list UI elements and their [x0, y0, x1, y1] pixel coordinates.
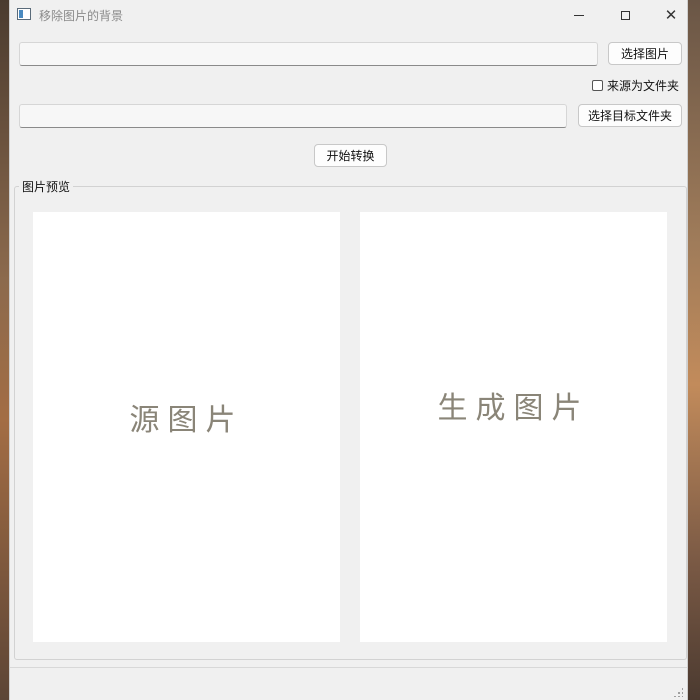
title-bar[interactable]: 移除图片的背景 ✕ [10, 0, 687, 30]
source-is-folder-checkbox[interactable]: 来源为文件夹 [592, 77, 679, 93]
checkbox-label: 来源为文件夹 [607, 78, 680, 93]
result-image-preview: 生成图片 [360, 212, 667, 642]
app-icon [17, 8, 31, 20]
target-folder-input[interactable] [19, 104, 567, 128]
choose-image-button[interactable]: 选择图片 [608, 42, 682, 65]
choose-target-folder-button[interactable]: 选择目标文件夹 [578, 104, 682, 127]
source-image-preview: 源图片 [33, 212, 340, 642]
resize-grip-icon[interactable] [673, 687, 683, 697]
source-path-input[interactable] [19, 42, 598, 66]
close-button[interactable]: ✕ [648, 0, 694, 30]
app-window: 移除图片的背景 ✕ 选择图片 来源为文件夹 选择目标文件夹 开始转换 图片预览 … [9, 0, 688, 700]
start-convert-button[interactable]: 开始转换 [314, 144, 387, 167]
result-preview-placeholder: 生成图片 [437, 391, 590, 426]
window-title: 移除图片的背景 [39, 9, 124, 23]
close-icon: ✕ [664, 5, 678, 24]
maximize-icon [620, 10, 630, 20]
checkbox-box[interactable] [592, 79, 603, 91]
desktop-background-right [688, 0, 700, 700]
minimize-icon [574, 14, 584, 16]
status-bar [10, 667, 687, 700]
preview-group-title: 图片预览 [19, 178, 74, 195]
maximize-button[interactable] [602, 0, 648, 30]
source-preview-placeholder: 源图片 [129, 403, 244, 438]
minimize-button[interactable] [556, 0, 602, 30]
